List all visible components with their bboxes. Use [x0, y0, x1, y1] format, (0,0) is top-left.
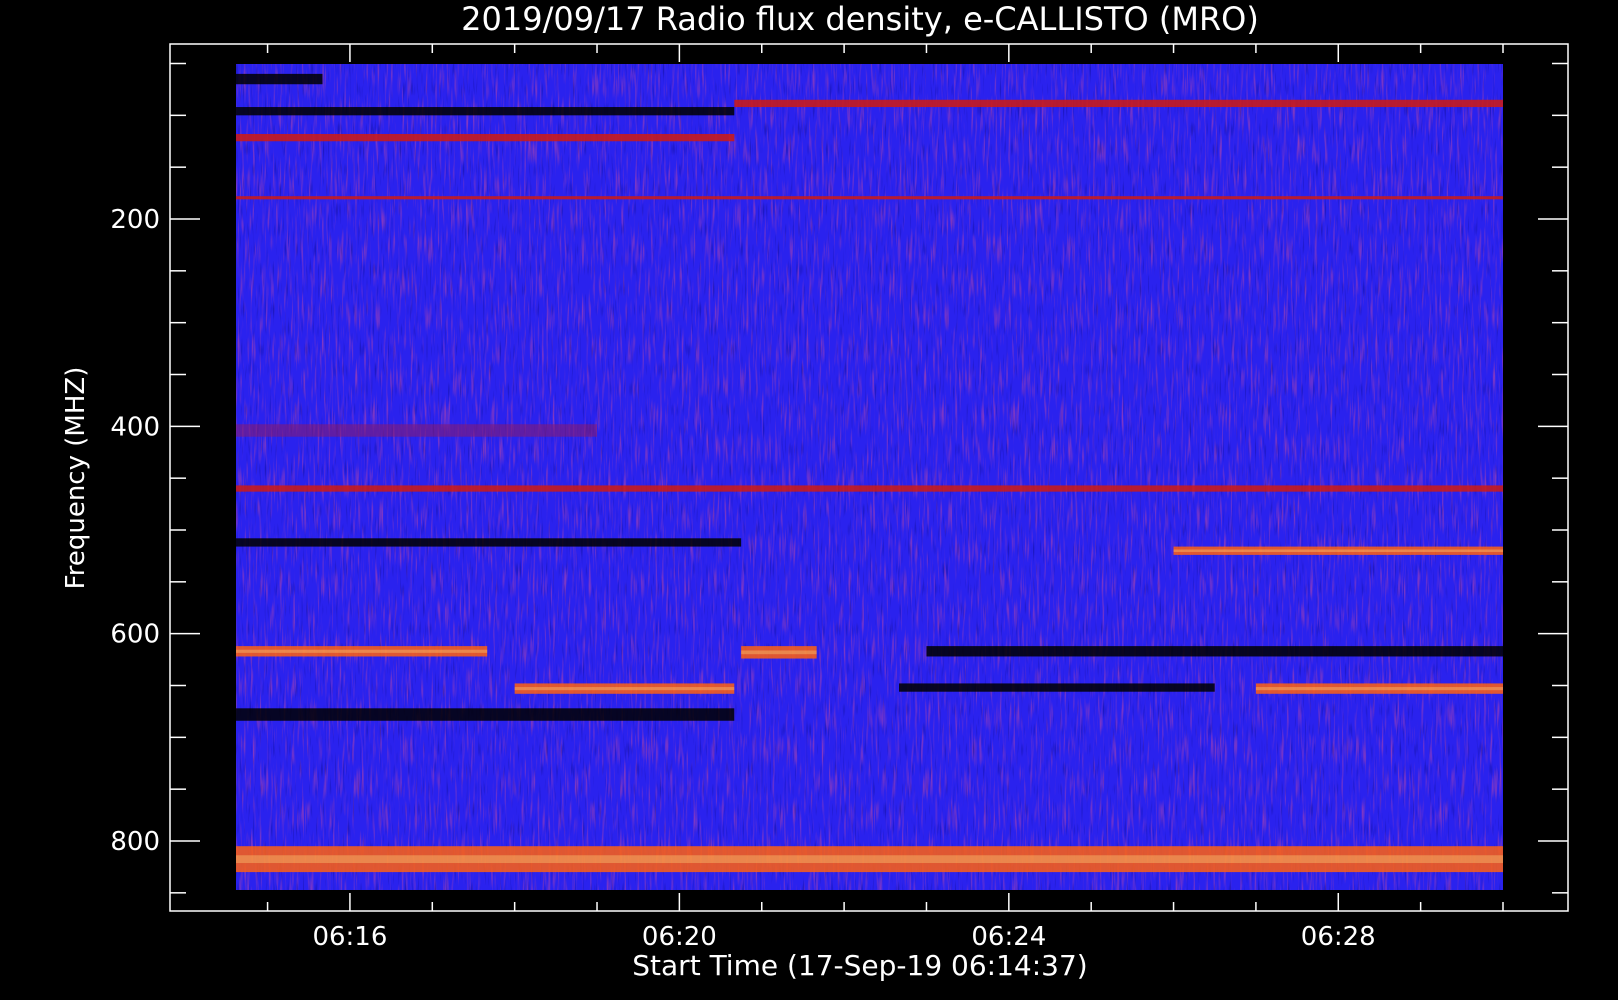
- emission-band: [899, 683, 1215, 692]
- emission-band: [236, 485, 1503, 492]
- emission-band-core: [236, 649, 488, 653]
- spectrogram-figure: 2019/09/17 Radio flux density, e-CALLIST…: [61, 0, 1569, 982]
- emission-band: [236, 708, 735, 721]
- emission-band-core: [1173, 549, 1503, 552]
- emission-band-core: [514, 687, 735, 691]
- emission-band: [926, 646, 1503, 657]
- emission-band-core: [1255, 687, 1503, 691]
- chart-title: 2019/09/17 Radio flux density, e-CALLIST…: [461, 0, 1259, 38]
- heatmap-texture-dark: [236, 64, 1503, 890]
- emission-band: [236, 73, 323, 85]
- x-tick-label: 06:24: [971, 922, 1046, 952]
- x-tick-label: 06:28: [1301, 922, 1376, 952]
- emission-band: [236, 107, 735, 116]
- x-axis-label: Start Time (17-Sep-19 06:14:37): [632, 949, 1087, 982]
- y-tick-label: 200: [110, 205, 160, 235]
- emission-band-core: [236, 855, 1503, 864]
- emission-band: [236, 133, 735, 142]
- x-tick-label: 06:16: [312, 922, 387, 952]
- emission-band: [236, 196, 1503, 200]
- y-tick-label: 600: [110, 620, 160, 650]
- heatmap-area: [236, 64, 1503, 890]
- y-tick-label: 800: [110, 827, 160, 857]
- y-tick-label: 400: [110, 412, 160, 442]
- emission-band-core: [741, 650, 817, 655]
- emission-band: [734, 99, 1503, 108]
- emission-band: [236, 424, 598, 437]
- y-axis-label: Frequency (MHZ): [61, 367, 91, 590]
- x-tick-label: 06:20: [642, 922, 717, 952]
- emission-band: [236, 538, 742, 547]
